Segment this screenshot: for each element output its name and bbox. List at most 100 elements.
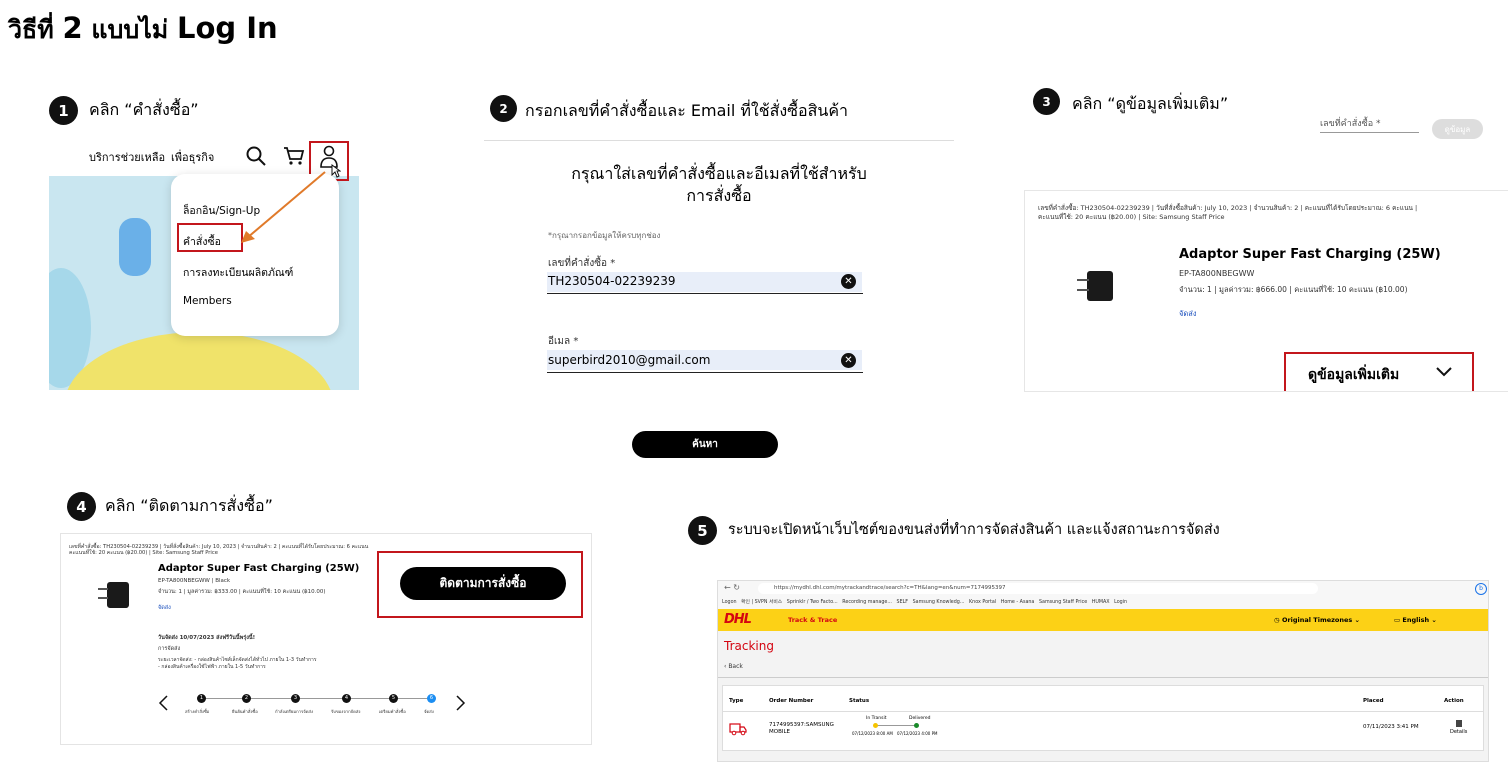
table-divider — [723, 711, 1483, 712]
panel-order-summary: เลขที่คำสั่งซื้อ: TH230504-02239239 | วั… — [1024, 190, 1508, 392]
col-type: Type — [729, 698, 744, 704]
truck-icon — [729, 723, 747, 736]
step-4-badge: 4 — [67, 492, 96, 521]
panel-dhl-tracking: ← ↻ https://mydhl.dhl.com/mytrackandtrac… — [717, 580, 1489, 762]
more-info-button[interactable]: ดูข้อมูลเพิ่มเติม — [1308, 364, 1399, 386]
step-3-text: คลิก “ดูข้อมูลเพิ่มเติม” — [1072, 94, 1229, 113]
step-3-badge: 3 — [1033, 88, 1060, 115]
bookmark[interactable]: Home - Asana — [1001, 600, 1035, 605]
bookmark[interactable]: Logon — [722, 600, 737, 605]
product-sku: EP-TA800NBEGWW | Black — [158, 578, 231, 584]
menu-members[interactable]: Members — [183, 295, 232, 307]
panel-order-lookup: กรุณาใส่เลขที่คำสั่งซื้อและอีเมลที่ใช้สำ… — [484, 140, 954, 491]
email-input[interactable]: superbird2010@gmail.com — [548, 353, 710, 367]
email-underline — [547, 372, 863, 373]
col-action: Action — [1444, 698, 1464, 704]
status-line — [875, 725, 917, 726]
step-2-badge: 2 — [490, 95, 517, 122]
placed-date: 07/11/2023 3:41 PM — [1363, 724, 1419, 730]
browser-nav-icons[interactable]: ← ↻ — [724, 583, 740, 592]
status-dot-transit — [873, 723, 878, 728]
bookmark[interactable]: Sprinklr / Two Facto... — [787, 600, 838, 605]
chevron-left-icon[interactable] — [158, 694, 170, 712]
dhl-logo[interactable]: DHL — [724, 612, 752, 627]
details-link[interactable]: Details — [1450, 729, 1467, 735]
order-number-label: เลขที่คำสั่งซื้อ * — [548, 258, 616, 269]
clear-email-icon[interactable]: ✕ — [841, 353, 856, 368]
bookmark[interactable]: Login — [1114, 600, 1127, 605]
timeline-step: 2 — [242, 694, 251, 703]
bookmark[interactable]: Knox Portal — [969, 600, 996, 605]
bookmark[interactable]: Samsung Staff Price — [1039, 600, 1087, 605]
delivery-detail-2: - กล่องสินค้าเครื่องใช้ไฟฟ้า ภายใน 1-5 ว… — [158, 664, 266, 670]
view-button[interactable]: ดูข้อมูล — [1432, 119, 1483, 139]
hero-shape — [119, 218, 151, 276]
url-text[interactable]: https://mydhl.dhl.com/mytrackandtrace/se… — [774, 585, 1006, 591]
browser-chrome: ← ↻ https://mydhl.dhl.com/mytrackandtrac… — [718, 581, 1488, 610]
back-link[interactable]: ‹ Back — [724, 663, 743, 670]
clear-order-icon[interactable]: ✕ — [841, 274, 856, 289]
timezone-select[interactable]: ◷ Original Timezones ⌄ — [1274, 616, 1360, 624]
timeline-label: เตรียมคำสั่งซื้อ — [379, 709, 406, 714]
language-select[interactable]: ▭ English ⌄ — [1394, 616, 1437, 624]
order-number-line2: MOBILE — [769, 729, 791, 735]
product-name: Adaptor Super Fast Charging (25W) — [158, 563, 360, 574]
step-1-badge: 1 — [49, 96, 78, 125]
step-5-text: ระบบจะเปิดหน้าเว็บไซต์ของขนส่งที่ทำการจั… — [728, 522, 1220, 538]
bookmark[interactable]: HUMAX — [1092, 600, 1110, 605]
shipping-link[interactable]: จัดส่ง — [158, 604, 171, 612]
document-icon[interactable] — [1456, 720, 1462, 727]
tracking-title: Tracking — [724, 639, 774, 653]
timeline-label: รับของจากจัดส่ง — [331, 709, 361, 714]
timeline-step: 3 — [291, 694, 300, 703]
order-field-underline — [1320, 132, 1419, 133]
timeline-step: 4 — [342, 694, 351, 703]
col-placed: Placed — [1363, 698, 1384, 704]
required-note: *กรุณากรอกข้อมูลให้ครบทุกช่อง — [548, 231, 661, 240]
delivery-date: วันจัดส่ง 10/07/2023 ส่งฟรีวันนี้พรุ่งนี… — [158, 635, 256, 641]
product-sku: EP-TA800NBEGWW — [1179, 269, 1255, 278]
nav-support-link[interactable]: บริการช่วยเหลือ — [89, 148, 165, 166]
timeline-label: จัดส่ง — [424, 709, 434, 714]
status-dot-delivered — [914, 723, 919, 728]
shipping-link[interactable]: จัดส่ง — [1179, 308, 1197, 320]
delivery-method: การจัดส่ง — [158, 646, 181, 652]
adaptor-image — [98, 582, 129, 608]
step-2-text: กรอกเลขที่คำสั่งซื้อและ Email ที่ใช้สั่ง… — [525, 101, 848, 120]
panel-order-tracking: เลขที่คำสั่งซื้อ: TH230504-02239239 | วั… — [60, 533, 592, 745]
track-and-trace-label[interactable]: Track & Trace — [788, 616, 837, 624]
nav-business-link[interactable]: เพื่อธุรกิจ — [171, 148, 214, 166]
panel-account-menu: บริการช่วยเหลือ เพื่อธุรกิจ ล็อกอิน/Sign… — [49, 128, 389, 390]
menu-product-registration[interactable]: การลงทะเบียนผลิตภัณฑ์ — [183, 264, 293, 281]
cart-icon[interactable] — [283, 146, 305, 166]
chevron-down-icon[interactable] — [1436, 367, 1452, 377]
timeline-step: 1 — [197, 694, 206, 703]
search-icon[interactable] — [246, 146, 266, 166]
timeline-label: กำลังเตรียมการจัดส่ง — [275, 709, 314, 714]
search-button[interactable]: ค้นหา — [632, 431, 778, 458]
timeline-label: สร้างคำสั่งซื้อ — [185, 709, 210, 714]
chevron-right-icon[interactable] — [454, 694, 466, 712]
step-4-text: คลิก “ติดตามการสั่งซื้อ” — [105, 496, 273, 515]
bookmark[interactable]: Recording manage... — [842, 600, 892, 605]
bookmark[interactable]: SELF — [897, 600, 909, 605]
bookmark[interactable]: Samsung Knowledg... — [913, 600, 965, 605]
bookmarks-bar: Logon 확인 | SVPN 서비스 Sprinklr / Two Facto… — [722, 598, 1127, 605]
step-1-text: คลิก “คำสั่งซื้อ” — [89, 100, 199, 119]
order-number-underline — [547, 293, 863, 294]
product-qty: จำนวน: 1 | มูลค่ารวม: ฿333.00 | คะแนนที่… — [158, 589, 326, 595]
bookmark[interactable]: 확인 | SVPN 서비스 — [741, 600, 782, 605]
order-meta-2: คะแนนที่ใช้: 20 คะแนน (฿20.00) | Site: S… — [1038, 213, 1225, 221]
step-5-badge: 5 — [688, 516, 717, 545]
shipment-table: Type Order Number Status Placed Action 7… — [722, 685, 1484, 751]
order-number-input[interactable]: TH230504-02239239 — [548, 274, 676, 288]
adaptor-image — [1077, 271, 1113, 301]
track-order-button[interactable]: ติดตามการสั่งซื้อ — [400, 567, 566, 600]
order-number[interactable]: 7174995397:SAMSUNG — [769, 722, 834, 728]
bing-icon[interactable]: b — [1475, 583, 1487, 595]
transit-time: 07/12/2023 8:00 AM — [852, 731, 893, 736]
order-field-placeholder[interactable]: เลขที่คำสั่งซื้อ * — [1320, 116, 1381, 130]
delivered-time: 07/12/2023 4:00 PM — [897, 731, 938, 736]
arrow-annotation — [241, 171, 326, 243]
form-heading: กรุณาใส่เลขที่คำสั่งซื้อและอีเมลที่ใช้สำ… — [571, 164, 867, 205]
